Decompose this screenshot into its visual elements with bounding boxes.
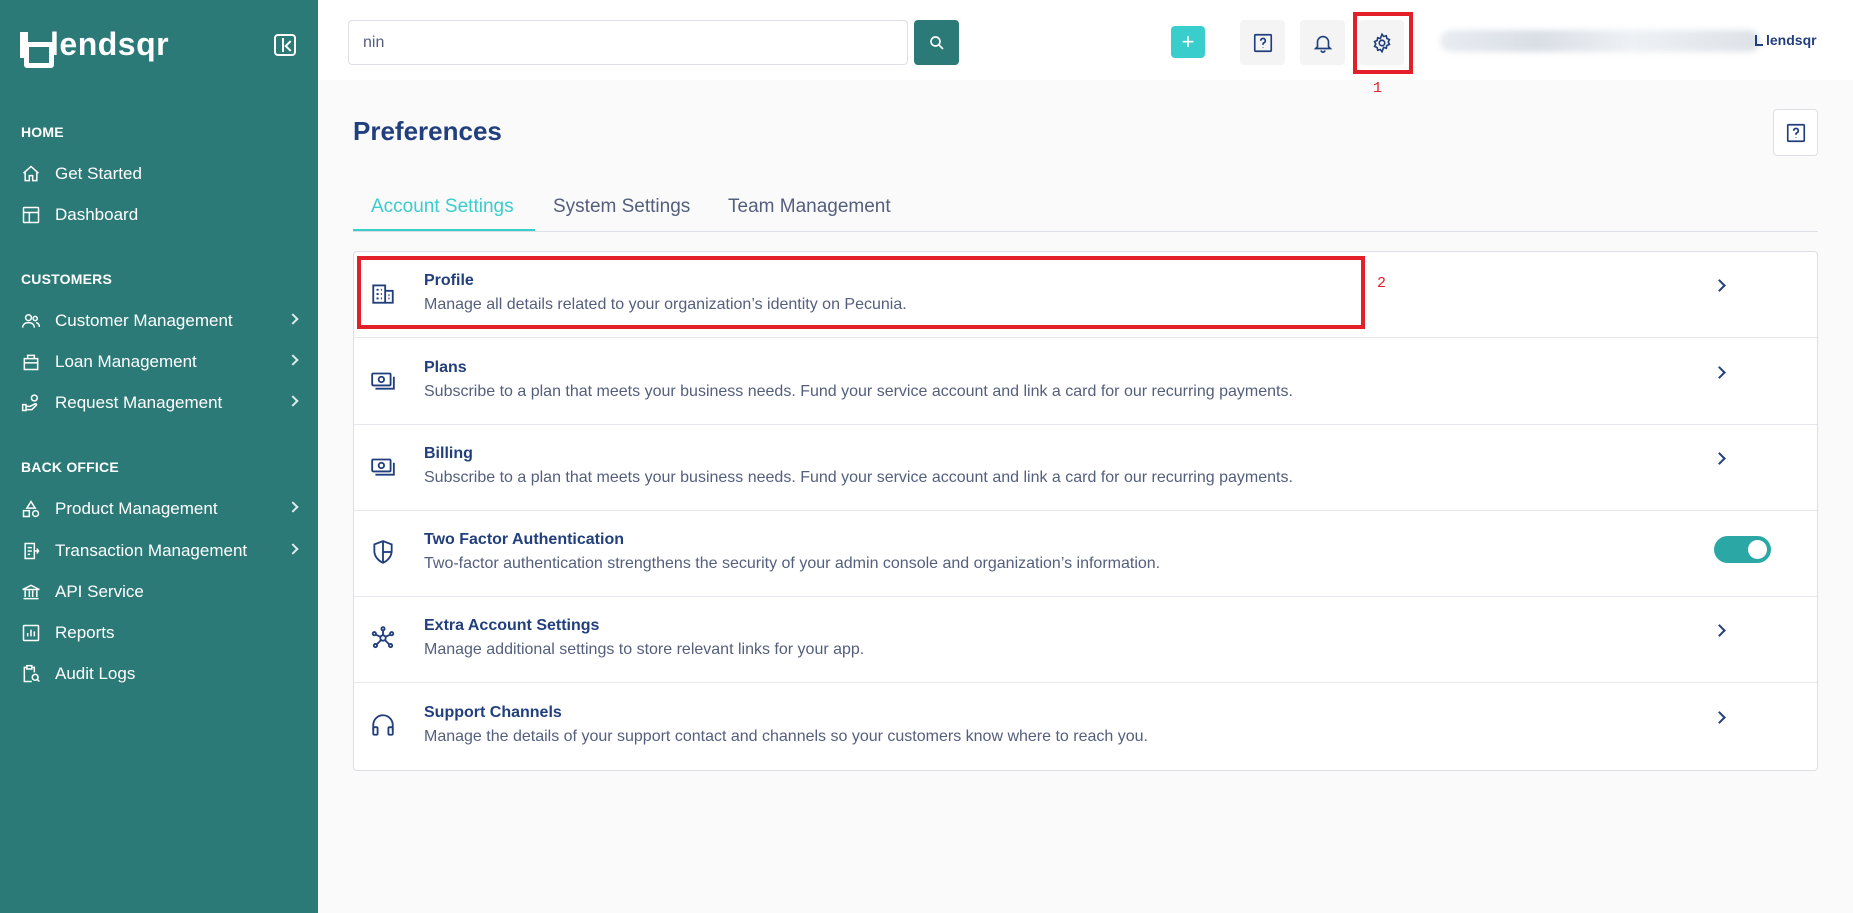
row-title: Plans: [424, 359, 467, 376]
notifications-button[interactable]: [1300, 20, 1345, 65]
sidebar-item-get-started[interactable]: Get Started: [21, 159, 297, 189]
row-title: Two Factor Authentication: [424, 531, 624, 548]
logo-mark-icon: [1755, 34, 1763, 46]
reports-icon: [21, 623, 41, 643]
settings-row-extra-account-settings[interactable]: Extra Account Settings Manage additional…: [354, 597, 1817, 683]
two-factor-toggle[interactable]: [1714, 536, 1771, 563]
organization-logo: lendsqr: [1755, 32, 1817, 48]
tab-system-settings[interactable]: System Settings: [553, 196, 690, 232]
section-title-back-office: BACK OFFICE: [21, 459, 119, 475]
users-icon: [21, 311, 41, 331]
chevron-right-icon: [287, 501, 299, 513]
chevron-right-icon: [287, 313, 299, 325]
chevron-right-icon: [287, 354, 299, 366]
sidebar-item-label: Audit Logs: [55, 664, 136, 683]
sidebar-item-label: Customer Management: [55, 311, 233, 330]
toggle-knob: [1748, 540, 1767, 559]
sidebar-item-loan-management[interactable]: Loan Management: [21, 347, 299, 377]
sidebar-item-label: Product Management: [55, 499, 218, 518]
sidebar-item-customer-management[interactable]: Customer Management: [21, 306, 299, 336]
money-icon: [370, 367, 396, 393]
chevron-right-icon: [287, 543, 299, 555]
settings-row-two-factor-authentication: Two Factor Authentication Two-factor aut…: [354, 511, 1817, 597]
active-tab-indicator: [353, 229, 535, 231]
chevron-right-icon[interactable]: [1713, 452, 1726, 465]
brand-name: lendsqr: [50, 26, 170, 62]
settings-row-billing[interactable]: Billing Subscribe to a plan that meets y…: [354, 425, 1817, 511]
help-icon: [1253, 33, 1272, 52]
home-icon: [21, 164, 41, 184]
chevron-right-icon: [287, 395, 299, 407]
add-button[interactable]: +: [1171, 26, 1205, 58]
help-icon: [1786, 123, 1805, 142]
tab-account-settings[interactable]: Account Settings: [371, 196, 514, 232]
sidebar-item-audit-logs[interactable]: Audit Logs: [21, 659, 297, 689]
row-description: Subscribe to a plan that meets your busi…: [424, 469, 1293, 486]
sidebar-item-label: Dashboard: [55, 205, 139, 224]
row-title: Support Channels: [424, 704, 562, 721]
settings-row-plans[interactable]: Plans Subscribe to a plan that meets you…: [354, 339, 1817, 425]
chevron-right-icon[interactable]: [1713, 624, 1726, 637]
network-icon: [370, 625, 396, 651]
row-description: Manage additional settings to store rele…: [424, 641, 865, 658]
row-title: Extra Account Settings: [424, 617, 600, 634]
settings-row-support-channels[interactable]: Support Channels Manage the details of y…: [354, 684, 1817, 770]
section-title-customers: CUSTOMERS: [21, 271, 112, 287]
user-menu[interactable]: [1440, 30, 1760, 52]
sidebar-item-label: API Service: [55, 582, 144, 601]
bell-icon: [1313, 35, 1332, 53]
row-description: Subscribe to a plan that meets your busi…: [424, 383, 1293, 400]
sidebar-item-label: Loan Management: [55, 352, 197, 371]
search-input[interactable]: [348, 20, 908, 65]
page-help-button[interactable]: [1773, 109, 1818, 156]
brand-logo[interactable]: lendsqr: [20, 26, 170, 68]
annotation-label-2: 2: [1377, 275, 1387, 292]
shield-icon: [370, 539, 396, 565]
sidebar-item-product-management[interactable]: Product Management: [21, 494, 299, 524]
sidebar: lendsqr HOME Get Started Dashboard CUSTO…: [0, 0, 318, 913]
section-title-home: HOME: [21, 124, 64, 140]
help-button[interactable]: [1240, 20, 1285, 65]
page-title: Preferences: [353, 116, 502, 146]
annotation-box-2: [357, 256, 1365, 329]
sidebar-item-label: Reports: [55, 623, 115, 642]
row-description: Manage the details of your support conta…: [424, 728, 1148, 745]
row-title: Billing: [424, 445, 473, 462]
tab-team-management[interactable]: Team Management: [728, 196, 891, 232]
annotation-box-1: [1353, 12, 1413, 74]
sidebar-item-api-service[interactable]: API Service: [21, 577, 297, 607]
headphones-icon: [370, 712, 396, 738]
logo-mark-icon: [20, 31, 54, 68]
settings-list: Profile Manage all details related to yo…: [353, 251, 1818, 771]
chevron-right-icon[interactable]: [1713, 366, 1726, 379]
sidebar-item-transaction-management[interactable]: Transaction Management: [21, 536, 299, 566]
transaction-icon: [21, 541, 41, 561]
sidebar-item-label: Transaction Management: [55, 541, 248, 560]
top-bar: + lendsqr: [318, 0, 1853, 80]
organization-logo-text: lendsqr: [1766, 32, 1817, 48]
loan-icon: [21, 352, 41, 372]
bank-icon: [21, 582, 41, 602]
request-icon: [21, 393, 41, 413]
chevron-right-icon[interactable]: [1713, 711, 1726, 724]
search-button[interactable]: [914, 20, 959, 65]
audit-icon: [21, 664, 41, 684]
money-icon: [370, 453, 396, 479]
sidebar-item-label: Get Started: [55, 164, 142, 183]
annotation-label-1: 1: [1373, 80, 1383, 97]
search-icon: [929, 35, 944, 50]
row-description: Two-factor authentication strengthens th…: [424, 555, 1161, 572]
sidebar-item-request-management[interactable]: Request Management: [21, 388, 299, 418]
dashboard-icon: [21, 205, 41, 225]
chevron-right-icon[interactable]: [1713, 279, 1726, 292]
settings-tabs: Account Settings System Settings Team Ma…: [353, 190, 1818, 232]
sidebar-item-dashboard[interactable]: Dashboard: [21, 200, 297, 230]
sidebar-collapse-icon[interactable]: [274, 34, 296, 56]
sidebar-item-reports[interactable]: Reports: [21, 618, 297, 648]
sidebar-item-label: Request Management: [55, 393, 223, 412]
shapes-icon: [21, 499, 41, 519]
